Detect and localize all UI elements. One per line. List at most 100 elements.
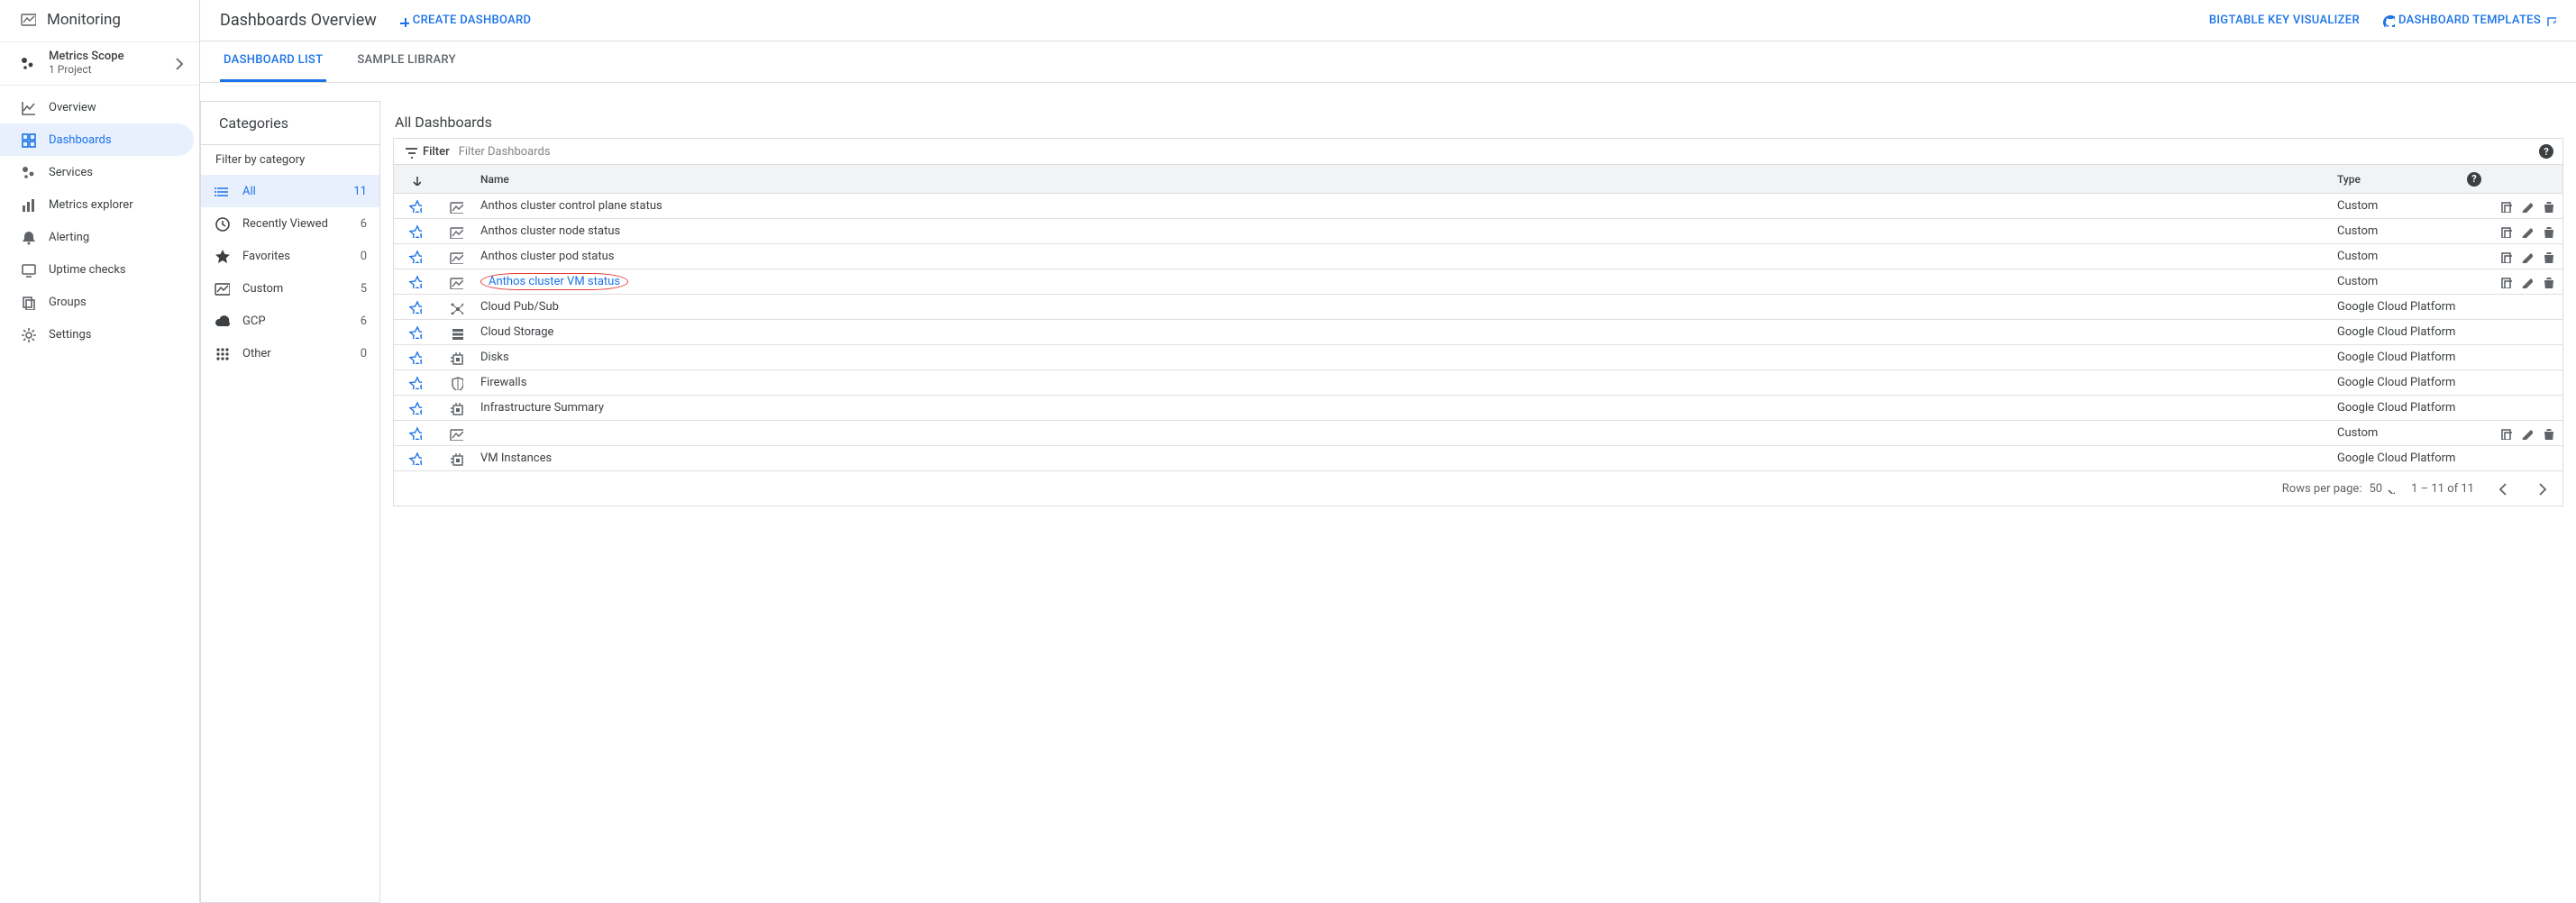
- table-row[interactable]: Cloud Pub/Sub Google Cloud Platform: [393, 295, 2563, 320]
- stack-icon: [449, 325, 463, 340]
- clock-icon: [214, 215, 230, 232]
- delete-button[interactable]: [2540, 250, 2553, 263]
- chart-icon: [449, 199, 463, 214]
- delete-button[interactable]: [2540, 224, 2553, 238]
- column-name[interactable]: Name: [477, 173, 2337, 186]
- dashboard-type: Google Cloud Platform: [2337, 300, 2455, 314]
- dashboard-type: Custom: [2337, 224, 2378, 238]
- sidebar-item-settings[interactable]: Settings: [0, 318, 199, 351]
- dashboard-name[interactable]: VM Instances: [480, 452, 552, 465]
- category-fav[interactable]: Favorites 0: [201, 240, 379, 272]
- metrics-scope-selector[interactable]: Metrics Scope 1 Project: [0, 42, 199, 86]
- next-page-button[interactable]: [2530, 480, 2553, 497]
- chevron-right-icon: [170, 55, 187, 71]
- product-title: Monitoring: [47, 11, 121, 29]
- rows-per-page-label: Rows per page:: [2282, 482, 2362, 496]
- dashboard-name[interactable]: Cloud Pub/Sub: [480, 300, 559, 314]
- delete-button[interactable]: [2540, 426, 2553, 440]
- edit-button[interactable]: [2519, 224, 2533, 238]
- favorite-toggle[interactable]: [408, 401, 422, 415]
- sidebar-item-metrics[interactable]: Metrics explorer: [0, 188, 199, 221]
- column-type[interactable]: Type: [2337, 173, 2361, 186]
- copy-button[interactable]: [2498, 426, 2512, 440]
- page-title: Dashboards Overview: [220, 11, 377, 30]
- favorite-toggle[interactable]: [408, 376, 422, 389]
- create-dashboard-button[interactable]: CREATE DASHBOARD: [397, 14, 532, 27]
- sidebar-item-alerting[interactable]: Alerting: [0, 221, 199, 253]
- table-row[interactable]: VM Instances Google Cloud Platform: [393, 446, 2563, 471]
- help-icon[interactable]: ?: [2539, 144, 2553, 159]
- rows-per-page-select[interactable]: 50: [2369, 482, 2395, 496]
- table-row[interactable]: Anthos cluster control plane status Cust…: [393, 194, 2563, 219]
- sort-arrow-down-icon[interactable]: [408, 173, 421, 186]
- table-row[interactable]: Anthos cluster pod status Custom: [393, 244, 2563, 269]
- dashboard-icon: [20, 132, 36, 148]
- favorite-toggle[interactable]: [408, 224, 422, 238]
- favorite-toggle[interactable]: [408, 452, 422, 465]
- prev-page-button[interactable]: [2490, 480, 2514, 497]
- copy-button[interactable]: [2498, 275, 2512, 288]
- category-label: GCP: [242, 315, 266, 328]
- favorite-toggle[interactable]: [408, 199, 422, 213]
- edit-button[interactable]: [2519, 426, 2533, 440]
- sidebar-item-dashboards[interactable]: Dashboards: [0, 123, 194, 156]
- favorite-toggle[interactable]: [408, 351, 422, 364]
- tab-sample-library[interactable]: SAMPLE LIBRARY: [353, 41, 459, 82]
- sidebar-item-label: Alerting: [49, 231, 89, 244]
- github-icon: [2381, 14, 2395, 27]
- delete-button[interactable]: [2540, 275, 2553, 288]
- open-external-icon: [2544, 14, 2556, 26]
- type-help-icon[interactable]: ?: [2467, 172, 2481, 187]
- chart-icon: [449, 250, 463, 264]
- bigtable-key-visualizer-link[interactable]: BIGTABLE KEY VISUALIZER: [2209, 14, 2360, 27]
- edit-button[interactable]: [2519, 275, 2533, 288]
- table-row[interactable]: Anthos cluster VM status Custom: [393, 269, 2563, 295]
- sidebar-item-uptime[interactable]: Uptime checks: [0, 253, 199, 286]
- table-row[interactable]: Cloud Storage Google Cloud Platform: [393, 320, 2563, 345]
- dashboard-name[interactable]: Cloud Storage: [480, 325, 553, 339]
- sidebar-item-services[interactable]: Services: [0, 156, 199, 188]
- favorite-toggle[interactable]: [408, 250, 422, 263]
- categories-panel: Categories Filter by category All 11 Rec…: [200, 101, 380, 903]
- categories-heading: Categories: [201, 102, 379, 144]
- category-recent[interactable]: Recently Viewed 6: [201, 207, 379, 240]
- chart-icon: [449, 224, 463, 239]
- dashboard-name[interactable]: Anthos cluster control plane status: [480, 199, 662, 213]
- edit-button[interactable]: [2519, 250, 2533, 263]
- sidebar-nav: Overview Dashboards Services Metrics exp…: [0, 86, 199, 351]
- table-row[interactable]: Infrastructure Summary Google Cloud Plat…: [393, 396, 2563, 421]
- dashboard-name[interactable]: Infrastructure Summary: [480, 401, 604, 415]
- filter-input[interactable]: Filter Dashboards: [459, 145, 2530, 159]
- category-count: 0: [361, 250, 367, 263]
- copy-button[interactable]: [2498, 250, 2512, 263]
- table-row[interactable]: Disks Google Cloud Platform: [393, 345, 2563, 370]
- edit-button[interactable]: [2519, 199, 2533, 213]
- favorite-toggle[interactable]: [408, 325, 422, 339]
- dashboard-name[interactable]: Anthos cluster node status: [480, 224, 620, 238]
- favorite-toggle[interactable]: [408, 300, 422, 314]
- table-row[interactable]: Firewalls Google Cloud Platform: [393, 370, 2563, 396]
- tab-dashboard-list[interactable]: DASHBOARD LIST: [220, 41, 326, 82]
- favorite-toggle[interactable]: [408, 426, 422, 440]
- sidebar-item-groups[interactable]: Groups: [0, 286, 199, 318]
- dashboard-templates-link[interactable]: DASHBOARD TEMPLATES: [2381, 14, 2556, 27]
- category-custom[interactable]: Custom 5: [201, 272, 379, 305]
- delete-button[interactable]: [2540, 199, 2553, 213]
- monitoring-icon: [20, 12, 36, 28]
- category-gcp[interactable]: GCP 6: [201, 305, 379, 337]
- copy-button[interactable]: [2498, 199, 2512, 213]
- dashboard-name[interactable]: Firewalls: [480, 376, 526, 389]
- table-row[interactable]: Custom: [393, 421, 2563, 446]
- filter-bar[interactable]: Filter Filter Dashboards ?: [393, 138, 2563, 165]
- dashboard-name[interactable]: Disks: [480, 351, 509, 364]
- dashboards-heading: All Dashboards: [393, 101, 2563, 138]
- dashboard-name[interactable]: Anthos cluster VM status: [480, 273, 628, 290]
- table-row[interactable]: Anthos cluster node status Custom: [393, 219, 2563, 244]
- sidebar-item-overview[interactable]: Overview: [0, 91, 199, 123]
- dashboard-name[interactable]: Anthos cluster pod status: [480, 250, 614, 263]
- chip-icon: [449, 452, 463, 466]
- favorite-toggle[interactable]: [408, 275, 422, 288]
- category-all[interactable]: All 11: [201, 175, 379, 207]
- copy-button[interactable]: [2498, 224, 2512, 238]
- category-other[interactable]: Other 0: [201, 337, 379, 369]
